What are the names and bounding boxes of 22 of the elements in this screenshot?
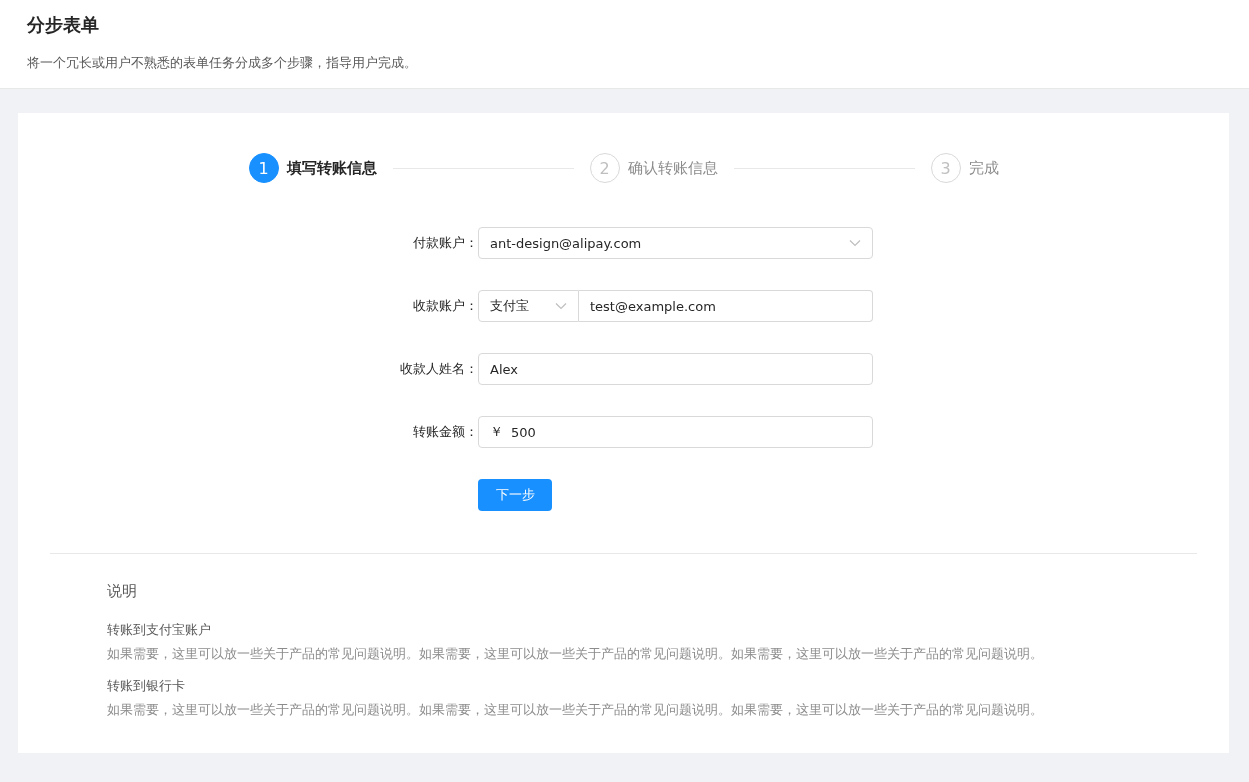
help-text: 如果需要，这里可以放一些关于产品的常见问题说明。如果需要，这里可以放一些关于产品的常见问题说明。如果需要，这里可以放一些关于产品的常见问题说明。 — [107, 701, 1044, 719]
step-title: 填写转账信息 — [286, 158, 377, 178]
account-select[interactable]: ant-design@alipay.com — [478, 227, 873, 259]
field-label: 收款人姓名： — [399, 360, 478, 378]
page-description: 将一个冗长或用户不熟悉的表单任务分成多个步骤，指导用户完成。 — [27, 54, 418, 72]
chevron-down-icon — [555, 302, 567, 310]
chevron-down-icon — [849, 239, 861, 247]
step-title: 完成 — [968, 158, 999, 178]
page-title: 分步表单 — [27, 13, 100, 37]
field-label: 转账金额： — [412, 423, 478, 441]
step-number: 1 — [248, 153, 279, 183]
input-field[interactable]: Alex — [478, 353, 873, 385]
input-field[interactable]: test@example.com — [579, 290, 873, 322]
field-label: 收款账户： — [412, 297, 478, 315]
payment-method-select[interactable]: 支付宝 — [478, 290, 579, 322]
field-label: 付款账户： — [412, 234, 478, 252]
help-title: 说明 — [107, 582, 138, 601]
help-heading: 转账到支付宝账户 — [107, 621, 212, 639]
amount-input-field[interactable]: ￥ 500 — [478, 416, 873, 448]
step-title: 确认转账信息 — [627, 158, 718, 178]
help-heading: 转账到银行卡 — [107, 677, 186, 695]
help-text: 如果需要，这里可以放一些关于产品的常见问题说明。如果需要，这里可以放一些关于产品的常见问题说明。如果需要，这里可以放一些关于产品的常见问题说明。 — [107, 645, 1044, 663]
